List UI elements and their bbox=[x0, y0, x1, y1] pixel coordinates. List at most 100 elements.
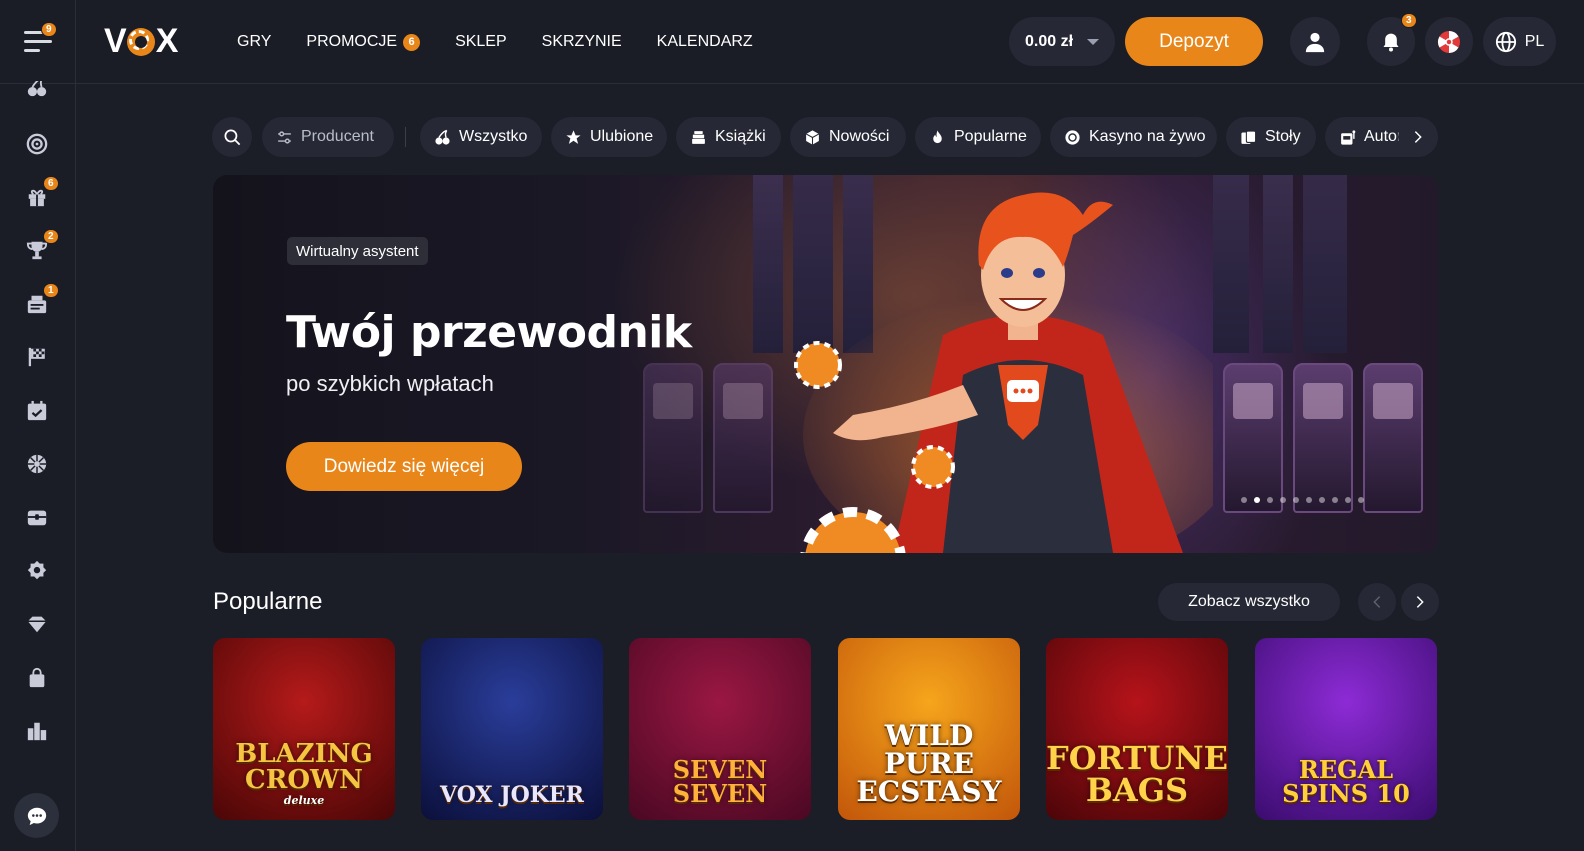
sidebar: 6 2 1 bbox=[0, 81, 76, 851]
carousel-dot[interactable] bbox=[1306, 497, 1312, 503]
books-icon bbox=[692, 130, 705, 144]
section-title-popularne: Popularne bbox=[213, 588, 323, 615]
sidebar-item-promotions[interactable]: 6 bbox=[24, 176, 59, 210]
carousel-dot[interactable] bbox=[1319, 497, 1325, 503]
sidebar-item-wheel[interactable] bbox=[24, 451, 50, 477]
carousel-dot[interactable] bbox=[1345, 497, 1351, 503]
sidebar-item-calendar[interactable] bbox=[24, 398, 50, 424]
target-icon bbox=[26, 133, 48, 155]
sidebar-item-tournaments[interactable]: 2 bbox=[24, 229, 59, 263]
chevron-right-icon bbox=[1414, 131, 1422, 143]
race-flag-icon bbox=[28, 347, 45, 367]
promotions-badge: 6 bbox=[43, 176, 59, 191]
chip-stoly[interactable]: Stoły bbox=[1226, 117, 1316, 157]
sidebar-item-sports[interactable] bbox=[24, 131, 50, 157]
sidebar-item-shop[interactable] bbox=[24, 665, 50, 691]
chest-icon bbox=[27, 510, 47, 526]
language-label: PL bbox=[1524, 32, 1545, 50]
sidebar-item-slots[interactable] bbox=[24, 81, 50, 99]
cube-icon bbox=[805, 129, 820, 145]
chip-nowosci[interactable]: Nowości bbox=[790, 117, 906, 157]
vox-logo[interactable]: VX bbox=[104, 22, 178, 61]
sidebar-item-loyalty[interactable] bbox=[24, 611, 50, 637]
nav-gry[interactable]: GRY bbox=[237, 33, 271, 51]
slot-icon bbox=[1341, 129, 1356, 145]
notifications-badge: 3 bbox=[1401, 13, 1417, 28]
nav-sklep[interactable]: SKLEP bbox=[455, 33, 507, 51]
hero-tag: Wirtualny asystent bbox=[287, 237, 428, 265]
see-all-button[interactable]: Zobacz wszystko bbox=[1158, 583, 1340, 621]
carousel-dot[interactable] bbox=[1267, 497, 1273, 503]
cherries-icon bbox=[27, 81, 47, 97]
game-title: FORTUNE BAGS bbox=[1046, 739, 1228, 809]
wheel-bonus-button[interactable] bbox=[1425, 17, 1473, 66]
search-icon bbox=[224, 129, 240, 145]
menu-button[interactable]: 9 bbox=[0, 0, 76, 84]
hero-title: Twój przewodnik bbox=[286, 307, 692, 358]
chip-ulubione[interactable]: Ulubione bbox=[551, 117, 667, 157]
cherries-icon bbox=[435, 129, 450, 145]
chat-icon bbox=[27, 807, 46, 825]
chat-button[interactable] bbox=[14, 793, 59, 838]
deposit-button[interactable]: Depozyt bbox=[1125, 17, 1263, 66]
nav-promocje[interactable]: PROMOCJE 6 bbox=[306, 33, 421, 51]
game-tile[interactable]: VOX JOKER bbox=[421, 638, 603, 820]
game-title: VOX JOKER bbox=[440, 782, 584, 808]
ticket-icon bbox=[27, 295, 47, 314]
carousel-dot[interactable] bbox=[1293, 497, 1299, 503]
carousel-dot[interactable] bbox=[1280, 497, 1286, 503]
chip-popularne[interactable]: Popularne bbox=[915, 117, 1041, 157]
search-button[interactable] bbox=[212, 117, 252, 157]
chip-kasyno-na-zywo[interactable]: Kasyno na żywo bbox=[1050, 117, 1217, 157]
chip-ksiazki[interactable]: Książki bbox=[676, 117, 781, 157]
diamond-icon bbox=[27, 616, 47, 633]
user-icon bbox=[1305, 32, 1325, 52]
fortune-wheel-icon bbox=[1438, 30, 1460, 53]
filters-scroll-right[interactable] bbox=[1398, 117, 1438, 157]
learn-more-button[interactable]: Dowiedz się więcej bbox=[286, 442, 522, 491]
game-tile[interactable]: SEVEN SEVEN bbox=[629, 638, 811, 820]
carousel-dot[interactable] bbox=[1241, 497, 1247, 503]
top-bar: 9 VX GRY PROMOCJE 6 SKLEP SKRZYNIE KALEND… bbox=[0, 0, 1584, 84]
sidebar-item-chests[interactable] bbox=[24, 504, 50, 530]
game-tile[interactable]: FORTUNE BAGS bbox=[1046, 638, 1228, 820]
tournaments-badge: 2 bbox=[43, 229, 59, 244]
game-title: WILD PURE ECSTASY bbox=[856, 719, 1002, 808]
trophy-icon bbox=[26, 241, 48, 260]
chip-icon bbox=[1065, 129, 1080, 145]
sidebar-item-vip[interactable] bbox=[24, 558, 50, 584]
superhero-mascot bbox=[794, 192, 1213, 553]
popular-next-button[interactable] bbox=[1401, 583, 1439, 621]
wheel-icon bbox=[27, 454, 47, 474]
sidebar-item-races[interactable] bbox=[24, 344, 50, 370]
game-tile[interactable]: WILD PURE ECSTASY bbox=[838, 638, 1020, 820]
sidebar-item-leaderboard[interactable] bbox=[24, 718, 50, 744]
cards-icon bbox=[1241, 130, 1257, 144]
carousel-dot[interactable] bbox=[1358, 497, 1364, 503]
star-icon bbox=[566, 129, 581, 144]
shopping-bag-icon bbox=[29, 667, 45, 688]
notifications-button[interactable]: 3 bbox=[1367, 13, 1417, 66]
game-tile[interactable]: REGAL SPINS 10 bbox=[1255, 638, 1437, 820]
popular-prev-button[interactable] bbox=[1358, 583, 1396, 621]
sidebar-item-tickets[interactable]: 1 bbox=[24, 283, 59, 317]
chip-wszystko[interactable]: Wszystko bbox=[420, 117, 542, 157]
carousel-dot[interactable] bbox=[1332, 497, 1338, 503]
nav-skrzynie[interactable]: SKRZYNIE bbox=[542, 33, 622, 51]
category-filters: Producent Wszystko Ulubione Książki Nowo… bbox=[212, 117, 1438, 157]
language-selector[interactable]: PL bbox=[1483, 17, 1556, 66]
carousel-dots bbox=[1241, 497, 1364, 503]
carousel-dot[interactable] bbox=[1254, 497, 1260, 503]
hero-subtitle: po szybkich wpłatach bbox=[286, 371, 494, 396]
balance-dropdown[interactable]: 0.00 zł bbox=[1009, 17, 1115, 66]
hero-banner[interactable]: Wirtualny asystent Twój przewodnik po sz… bbox=[213, 175, 1438, 553]
nav-kalendarz[interactable]: KALENDARZ bbox=[657, 33, 753, 51]
game-title: BLAZING CROWN deluxe bbox=[213, 741, 395, 820]
producer-filter[interactable]: Producent bbox=[262, 117, 394, 157]
profile-button[interactable] bbox=[1290, 17, 1340, 66]
bell-icon bbox=[1383, 33, 1399, 51]
globe-icon bbox=[1495, 31, 1516, 52]
game-tile[interactable]: BLAZING CROWN deluxe bbox=[213, 638, 395, 820]
game-subtitle: deluxe bbox=[283, 794, 325, 807]
badge-icon bbox=[27, 560, 47, 580]
